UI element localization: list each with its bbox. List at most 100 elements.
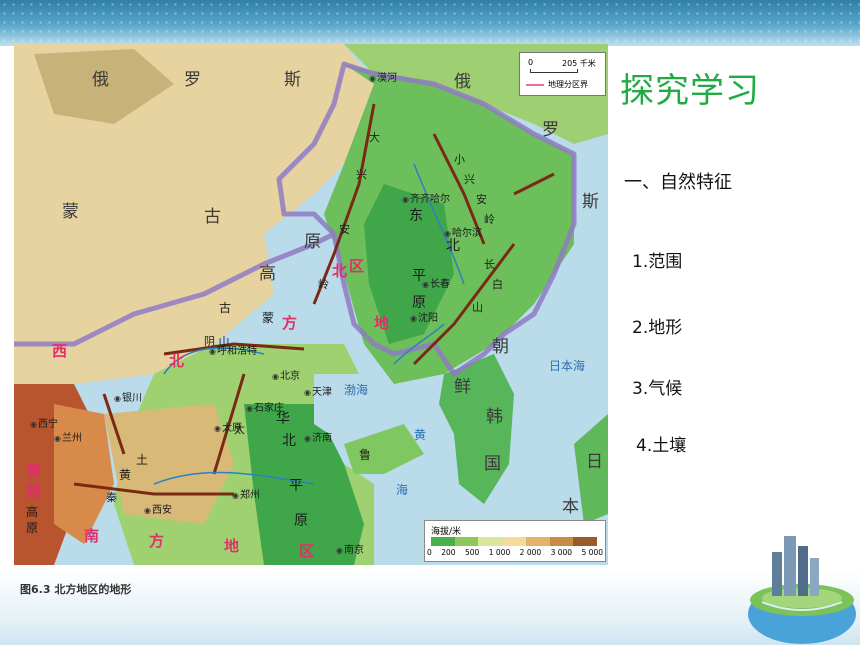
label-luo2: 罗 bbox=[542, 120, 559, 140]
building-4 bbox=[810, 558, 819, 596]
label-bai: 白 bbox=[492, 278, 503, 291]
label-an: 安 bbox=[339, 223, 350, 236]
label-gu2: 古 bbox=[219, 301, 232, 315]
building-2 bbox=[784, 536, 796, 596]
label-nanfang-qu: 区 bbox=[299, 542, 315, 560]
label-xing2: 兴 bbox=[464, 173, 475, 186]
label-xiao: 小 bbox=[454, 153, 465, 166]
scale-zero: 0 bbox=[528, 58, 534, 67]
label-gao: 高 bbox=[259, 264, 276, 284]
legend-title: 海拔/米 bbox=[431, 527, 462, 537]
city-yinchuan: 银川 bbox=[114, 394, 142, 404]
label-meng: 蒙 bbox=[62, 202, 79, 222]
city-shenyang: 沈阳 bbox=[410, 314, 438, 324]
label-chang: 长 bbox=[484, 258, 495, 271]
map-scale-legend: 0 205 千米 地理分区界 bbox=[519, 52, 606, 96]
legend-swatch-1 bbox=[454, 537, 479, 546]
label-qingzang: 青 bbox=[26, 462, 42, 480]
legend-swatch-0 bbox=[431, 537, 455, 546]
label-bei: 北 bbox=[446, 238, 460, 254]
slide-title: 探究学习 bbox=[620, 71, 760, 111]
scale-bar bbox=[530, 69, 578, 73]
city-nanjing: 南京 bbox=[336, 546, 364, 556]
label-shan: 山 bbox=[472, 301, 483, 314]
label-huabei: 华 bbox=[276, 411, 290, 427]
legend-swatch-5 bbox=[549, 537, 574, 546]
outline-item-terrain: 2.地形 bbox=[632, 318, 683, 338]
label-gaoyuan-g: 高 bbox=[26, 505, 39, 519]
city-qiqihaer: 齐齐哈尔 bbox=[402, 195, 450, 205]
map-caption: 图6.3 北方地区的地形 bbox=[20, 583, 132, 596]
outline-item-soil: 4.土壤 bbox=[636, 436, 687, 456]
slide-header-banner bbox=[0, 0, 860, 46]
label-an2: 安 bbox=[476, 193, 487, 206]
label-huabei2: 北 bbox=[282, 433, 296, 449]
section-heading: 一、自然特征 bbox=[624, 172, 732, 193]
building-3 bbox=[798, 546, 808, 596]
label-hanguo-h: 韩 bbox=[486, 407, 503, 427]
label-xibei-xi: 西 bbox=[52, 342, 68, 360]
label-e2: 俄 bbox=[454, 72, 471, 92]
outline-item-climate: 3.气候 bbox=[632, 379, 683, 399]
map-terrain-svg bbox=[14, 44, 608, 565]
label-shandong: 鲁 bbox=[359, 448, 372, 462]
label-si2: 斯 bbox=[582, 192, 599, 212]
city-jinan: 济南 bbox=[304, 434, 332, 444]
label-nanfang-fang: 方 bbox=[149, 532, 165, 550]
label-qinling: 秦 bbox=[106, 491, 117, 504]
label-ling2: 岭 bbox=[484, 213, 495, 226]
city-tianjin: 天津 bbox=[304, 388, 332, 398]
city-xian: 西安 bbox=[144, 506, 172, 516]
label-chaoxian-c: 朝 bbox=[492, 337, 509, 357]
label-huabei-ping: 平 bbox=[289, 478, 303, 494]
legend-tick-6: 5 000 bbox=[581, 548, 603, 557]
legend-swatch-2 bbox=[478, 537, 503, 546]
label-huabei-yuan: 原 bbox=[294, 513, 308, 529]
label-bei-dist: 北 bbox=[332, 262, 348, 280]
legend-swatch-3 bbox=[502, 537, 526, 546]
city-shijiazhuang: 石家庄 bbox=[246, 404, 284, 414]
label-dong: 东 bbox=[409, 208, 423, 224]
label-luo: 罗 bbox=[184, 70, 201, 90]
legend-ticks: 0 200 500 1 000 2 000 3 000 5 000 bbox=[427, 548, 603, 557]
label-di-dist: 地 bbox=[374, 314, 390, 332]
label-huanghai-hai: 海 bbox=[396, 483, 409, 497]
legend-tick-0: 0 bbox=[427, 548, 432, 557]
label-nanfang-di: 地 bbox=[224, 537, 240, 555]
city-mohe: 漠河 bbox=[369, 74, 397, 84]
city-haerbin: 哈尔滨 bbox=[444, 229, 482, 239]
city-changchun: 长春 bbox=[422, 280, 450, 290]
label-gaoyuan-y: 原 bbox=[26, 521, 39, 535]
boundary-legend-label: 地理分区界 bbox=[548, 80, 588, 89]
legend-tick-4: 2 000 bbox=[519, 548, 542, 557]
scale-value: 205 千米 bbox=[562, 59, 596, 68]
city-lanzhou: 兰州 bbox=[54, 434, 82, 444]
label-ling: 岭 bbox=[318, 278, 329, 291]
label-yuan2: 原 bbox=[412, 295, 426, 311]
label-fang-dist: 方 bbox=[282, 314, 298, 332]
legend-tick-5: 3 000 bbox=[550, 548, 573, 557]
label-riben-b: 本 bbox=[562, 497, 579, 517]
globe-city-illustration bbox=[748, 536, 856, 644]
topographic-map: 0 205 千米 地理分区界 海拔/米 0 200 500 1 000 2 000 3 0… bbox=[14, 44, 608, 565]
label-riben-r: 日 bbox=[586, 452, 603, 472]
label-yuan: 原 bbox=[304, 232, 321, 252]
label-zang: 藏 bbox=[26, 482, 42, 500]
label-hanguo-g: 国 bbox=[484, 454, 501, 474]
header-dot-pattern bbox=[0, 0, 860, 46]
label-si: 斯 bbox=[284, 70, 301, 90]
elevation-legend: 海拔/米 0 200 500 1 000 2 000 3 000 5 000 bbox=[424, 520, 606, 562]
label-huangtu-t: 土 bbox=[136, 453, 149, 467]
legend-tick-2: 500 bbox=[464, 548, 480, 557]
legend-swatch-4 bbox=[525, 537, 550, 546]
label-ribenhai: 日本海 bbox=[549, 359, 586, 373]
label-meng2: 蒙 bbox=[262, 311, 275, 325]
boundary-legend-line bbox=[526, 84, 544, 86]
label-huangtu-h: 黄 bbox=[119, 468, 132, 482]
label-chaoxian-x: 鲜 bbox=[454, 377, 471, 397]
label-xing: 兴 bbox=[356, 168, 367, 181]
city-zhengzhou: 郑州 bbox=[232, 491, 260, 501]
legend-tick-3: 1 000 bbox=[488, 548, 511, 557]
building-1 bbox=[772, 552, 782, 596]
legend-swatch-6 bbox=[573, 537, 598, 546]
